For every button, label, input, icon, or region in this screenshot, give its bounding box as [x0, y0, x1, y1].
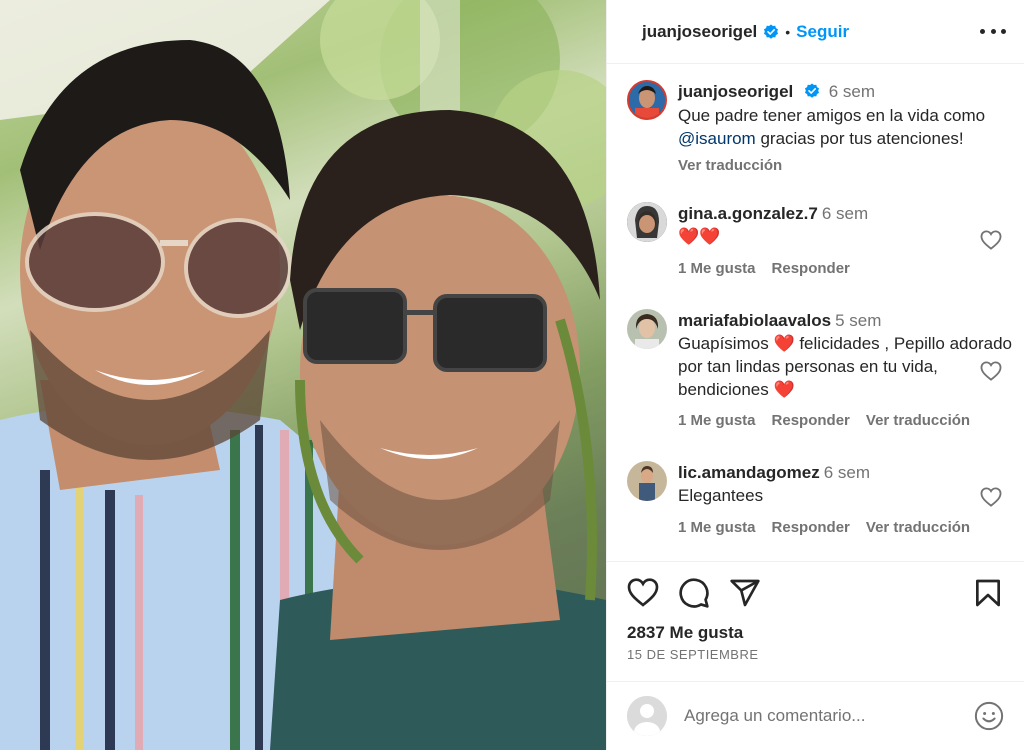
comment-likes[interactable]: 1 Me gusta	[678, 409, 756, 432]
comment-text: ❤️❤️	[678, 227, 721, 246]
follow-button[interactable]: Seguir	[796, 22, 849, 42]
commenter-username[interactable]: gina.a.gonzalez.7	[678, 204, 818, 223]
comment-body: gina.a.gonzalez.7 6 sem ❤️❤️ 1 Me gusta R…	[678, 202, 1014, 280]
comment-input[interactable]	[684, 706, 974, 726]
comment-icon[interactable]	[678, 577, 710, 609]
verified-badge-icon	[804, 83, 819, 98]
post-image-illustration	[0, 0, 606, 750]
see-translation-link[interactable]: Ver traducción	[678, 154, 782, 177]
commenter-username[interactable]: lic.amandagomez	[678, 463, 820, 482]
heart-emoji: ❤️	[773, 380, 795, 399]
comment-likes[interactable]: 1 Me gusta	[678, 257, 756, 280]
caption-text-end: gracias por tus atenciones!	[755, 129, 964, 148]
post-side-panel: juanjoseorigel • Seguir juanjoseorigel 6…	[606, 0, 1024, 750]
author-avatar[interactable]	[627, 80, 667, 120]
reply-button[interactable]: Responder	[772, 409, 850, 432]
commenter-avatar[interactable]	[627, 461, 667, 501]
post-date[interactable]: 15 DE SEPTIEMBRE	[607, 643, 1024, 662]
commenter-avatar[interactable]	[627, 309, 667, 349]
verified-badge-icon	[764, 24, 779, 39]
reply-button[interactable]: Responder	[772, 257, 850, 280]
separator-dot: •	[785, 23, 791, 40]
commenter-username[interactable]: mariafabiolaavalos	[678, 311, 831, 330]
comment-time[interactable]: 6 sem	[824, 463, 870, 482]
caption-mention[interactable]: @isaurom	[678, 129, 756, 148]
commenter-avatar[interactable]	[627, 202, 667, 242]
comment-body: mariafabiolaavalos 5 sem Guapísimos ❤️ fe…	[678, 309, 1014, 432]
comment-time[interactable]: 5 sem	[835, 311, 881, 330]
add-comment-bar	[607, 681, 1024, 750]
comment-item: lic.amandagomez 6 sem Elegantees 1 Me gus…	[627, 461, 1014, 539]
caption-username[interactable]: juanjoseorigel	[678, 82, 793, 101]
save-bookmark-icon[interactable]	[972, 577, 1004, 609]
like-heart-icon[interactable]	[980, 361, 1002, 381]
comment-item: gina.a.gonzalez.7 6 sem ❤️❤️ 1 Me gusta R…	[627, 202, 1014, 280]
see-translation-link[interactable]: Ver traducción	[866, 409, 970, 432]
post-actions: 2837 Me gusta 15 DE SEPTIEMBRE	[607, 563, 1024, 662]
share-icon[interactable]	[729, 577, 761, 609]
caption-text: Que padre tener amigos en la vida como	[678, 106, 986, 125]
comment-text: Elegantees	[678, 486, 764, 505]
comment-item: mariafabiolaavalos 5 sem Guapísimos ❤️ fe…	[627, 309, 1014, 432]
caption-time[interactable]: 6 sem	[829, 82, 875, 101]
caption-body: juanjoseorigel 6 sem Que padre tener ami…	[678, 80, 1014, 177]
comment-likes[interactable]: 1 Me gusta	[678, 516, 756, 539]
like-heart-icon[interactable]	[627, 577, 659, 609]
emoji-icon[interactable]	[974, 701, 1004, 731]
post-header: juanjoseorigel • Seguir	[607, 0, 1024, 64]
reply-button[interactable]: Responder	[772, 516, 850, 539]
comment-text: Guapísimos	[678, 334, 774, 353]
current-user-avatar[interactable]	[627, 696, 667, 736]
comments-section[interactable]: juanjoseorigel 6 sem Que padre tener ami…	[607, 64, 1024, 562]
comment-time[interactable]: 6 sem	[822, 204, 868, 223]
more-options-icon[interactable]	[980, 22, 1006, 42]
author-username[interactable]: juanjoseorigel	[642, 22, 757, 42]
comment-body: lic.amandagomez 6 sem Elegantees 1 Me gus…	[678, 461, 1014, 539]
see-translation-link[interactable]: Ver traducción	[866, 516, 970, 539]
like-heart-icon[interactable]	[980, 487, 1002, 507]
like-count[interactable]: 2837 Me gusta	[607, 623, 1024, 643]
like-heart-icon[interactable]	[980, 230, 1002, 250]
heart-emoji: ❤️	[773, 334, 795, 353]
caption: juanjoseorigel 6 sem Que padre tener ami…	[627, 80, 1014, 177]
post-photo[interactable]	[0, 0, 606, 750]
